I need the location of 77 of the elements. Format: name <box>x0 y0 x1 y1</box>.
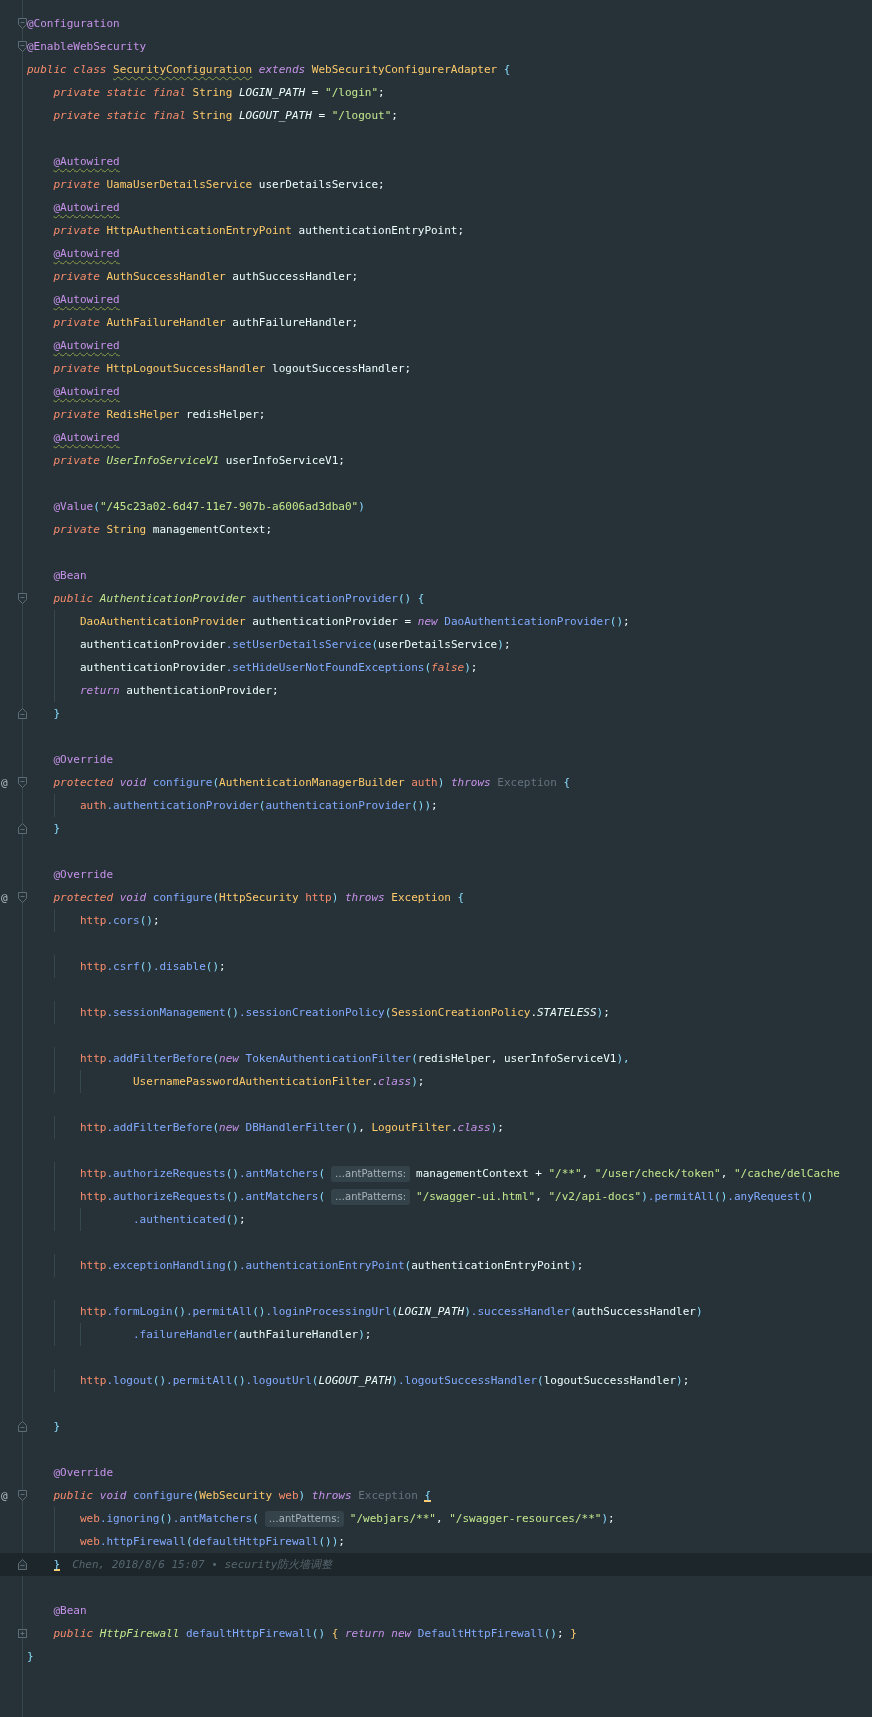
code-text: @Override <box>53 1465 114 1480</box>
code-text: "/swagger-ui.html", "/v2/api-docs").permitAll().anyRequest() <box>416 1189 814 1204</box>
code-text: web.httpFirewall(defaultHttpFirewall()); <box>80 1534 345 1549</box>
code-text: web.ignoring().antMatchers( <box>80 1511 259 1526</box>
override-marker[interactable]: @ <box>1 775 8 790</box>
code-text: "/webjars/**", "/swagger-resources/**"); <box>349 1511 615 1526</box>
code-text: @Override <box>53 752 114 767</box>
code-text: public HttpFirewall defaultHttpFirewall() { return new DefaultHttpFirewall(); } <box>53 1626 577 1641</box>
code-text: @Autowired <box>53 200 120 215</box>
fold-icon[interactable] <box>18 593 27 604</box>
code-text: @Autowired <box>53 292 120 307</box>
fold-icon[interactable] <box>18 1490 27 1501</box>
parameter-hint: …antPatterns: <box>331 1188 411 1205</box>
code-text: http.authorizeRequests().antMatchers( <box>80 1166 326 1181</box>
fold-icon[interactable] <box>18 777 27 788</box>
code-text: public AuthenticationProvider authenticationProvider() { <box>53 591 425 606</box>
fold-icon[interactable] <box>18 823 27 834</box>
code-text: authenticationProvider.setUserDetailsService(userDetailsService); <box>80 637 511 652</box>
code-text: } <box>53 821 61 836</box>
override-marker[interactable]: @ <box>1 1488 8 1503</box>
fold-icon[interactable] <box>18 18 27 29</box>
code-text: @Autowired <box>53 384 120 399</box>
code-text: .failureHandler(authFailureHandler); <box>133 1327 372 1342</box>
code-text: http.addFilterBefore(new DBHandlerFilter(), LogoutFilter.class); <box>80 1120 504 1135</box>
code-text: private UserInfoServiceV1 userInfoServiceV1; <box>53 453 345 468</box>
code-text: @Value("/45c23a02-6d47-11e7-907b-a6006ad3dba0") <box>53 499 365 514</box>
code-text: } <box>53 706 61 721</box>
code-text: private static final String LOGOUT_PATH = "/logout"; <box>53 108 398 123</box>
code-text: @Autowired <box>53 246 120 261</box>
code-text: http.csrf().disable(); <box>80 959 226 974</box>
code-text: authenticationProvider.setHideUserNotFoundExceptions(false); <box>80 660 478 675</box>
code-text: http.addFilterBefore(new TokenAuthenticationFilter(redisHelper, userInfoServiceV1), <box>80 1051 630 1066</box>
code-text: @Bean <box>53 1603 87 1618</box>
fold-icon[interactable] <box>18 41 27 52</box>
code-text: } <box>27 1649 34 1664</box>
code-text: private AuthFailureHandler authFailureHandler; <box>53 315 359 330</box>
code-text: protected void configure(HttpSecurity http) throws Exception { <box>53 890 465 905</box>
code-text: http.formLogin().permitAll().loginProcessingUrl(LOGIN_PATH).successHandler(authSuccessHandler) <box>80 1304 703 1319</box>
code-text: private UamaUserDetailsService userDetailsService; <box>53 177 385 192</box>
code-text: @Autowired <box>53 430 120 445</box>
code-text: } <box>53 1419 61 1434</box>
code-text: http.logout().permitAll().logoutUrl(LOGOUT_PATH).logoutSuccessHandler(logoutSuccessHandler); <box>80 1373 690 1388</box>
blame-annotation: Chen, 2018/8/6 15:07 • security防火墙调整 <box>72 1557 333 1572</box>
code-text: http.cors(); <box>80 913 160 928</box>
code-text: public void configure(WebSecurity web) throws Exception { <box>53 1488 432 1503</box>
code-text: @Bean <box>53 568 87 583</box>
override-marker[interactable]: @ <box>1 890 8 905</box>
code-text: private AuthSuccessHandler authSuccessHandler; <box>53 269 359 284</box>
fold-icon[interactable] <box>18 708 27 719</box>
code-text: @Configuration <box>27 16 120 31</box>
code-text: @Override <box>53 867 114 882</box>
code-text: http.sessionManagement().sessionCreationPolicy(SessionCreationPolicy.STATELESS); <box>80 1005 610 1020</box>
code-text: private static final String LOGIN_PATH = "/login"; <box>53 85 385 100</box>
code-text: private RedisHelper redisHelper; <box>53 407 266 422</box>
code-text: @Autowired <box>53 154 120 169</box>
code-text: } <box>53 1557 61 1572</box>
code-text: protected void configure(AuthenticationManagerBuilder auth) throws Exception { <box>53 775 571 790</box>
parameter-hint: …antPatterns: <box>331 1165 411 1182</box>
code-text: @Autowired <box>53 338 120 353</box>
code-text: DaoAuthenticationProvider authenticationProvider = new DaoAuthenticationProvider(); <box>80 614 630 629</box>
code-text: private HttpAuthenticationEntryPoint authenticationEntryPoint; <box>53 223 465 238</box>
code-text: return authenticationProvider; <box>80 683 279 698</box>
fold-icon[interactable] <box>18 1559 27 1570</box>
code-text: auth.authenticationProvider(authenticationProvider()); <box>80 798 438 813</box>
code-text: @EnableWebSecurity <box>27 39 147 54</box>
code-text: http.authorizeRequests().antMatchers( <box>80 1189 326 1204</box>
code-text: private HttpLogoutSuccessHandler logoutSuccessHandler; <box>53 361 412 376</box>
parameter-hint: …antPatterns: <box>264 1510 344 1527</box>
fold-icon[interactable] <box>18 892 27 903</box>
code-text: public class SecurityConfiguration extends WebSecurityConfigurerAdapter { <box>27 62 511 77</box>
code-text: http.exceptionHandling().authenticationEntryPoint(authenticationEntryPoint); <box>80 1258 584 1273</box>
expand-icon[interactable] <box>18 1628 27 1639</box>
code-text: private String managementContext; <box>53 522 273 537</box>
code-text: UsernamePasswordAuthenticationFilter.class); <box>133 1074 425 1089</box>
fold-icon[interactable] <box>18 1421 27 1432</box>
code-text: managementContext + "/**", "/user/check/token", "/cache/delCache <box>416 1166 840 1181</box>
code-text: .authenticated(); <box>133 1212 246 1227</box>
